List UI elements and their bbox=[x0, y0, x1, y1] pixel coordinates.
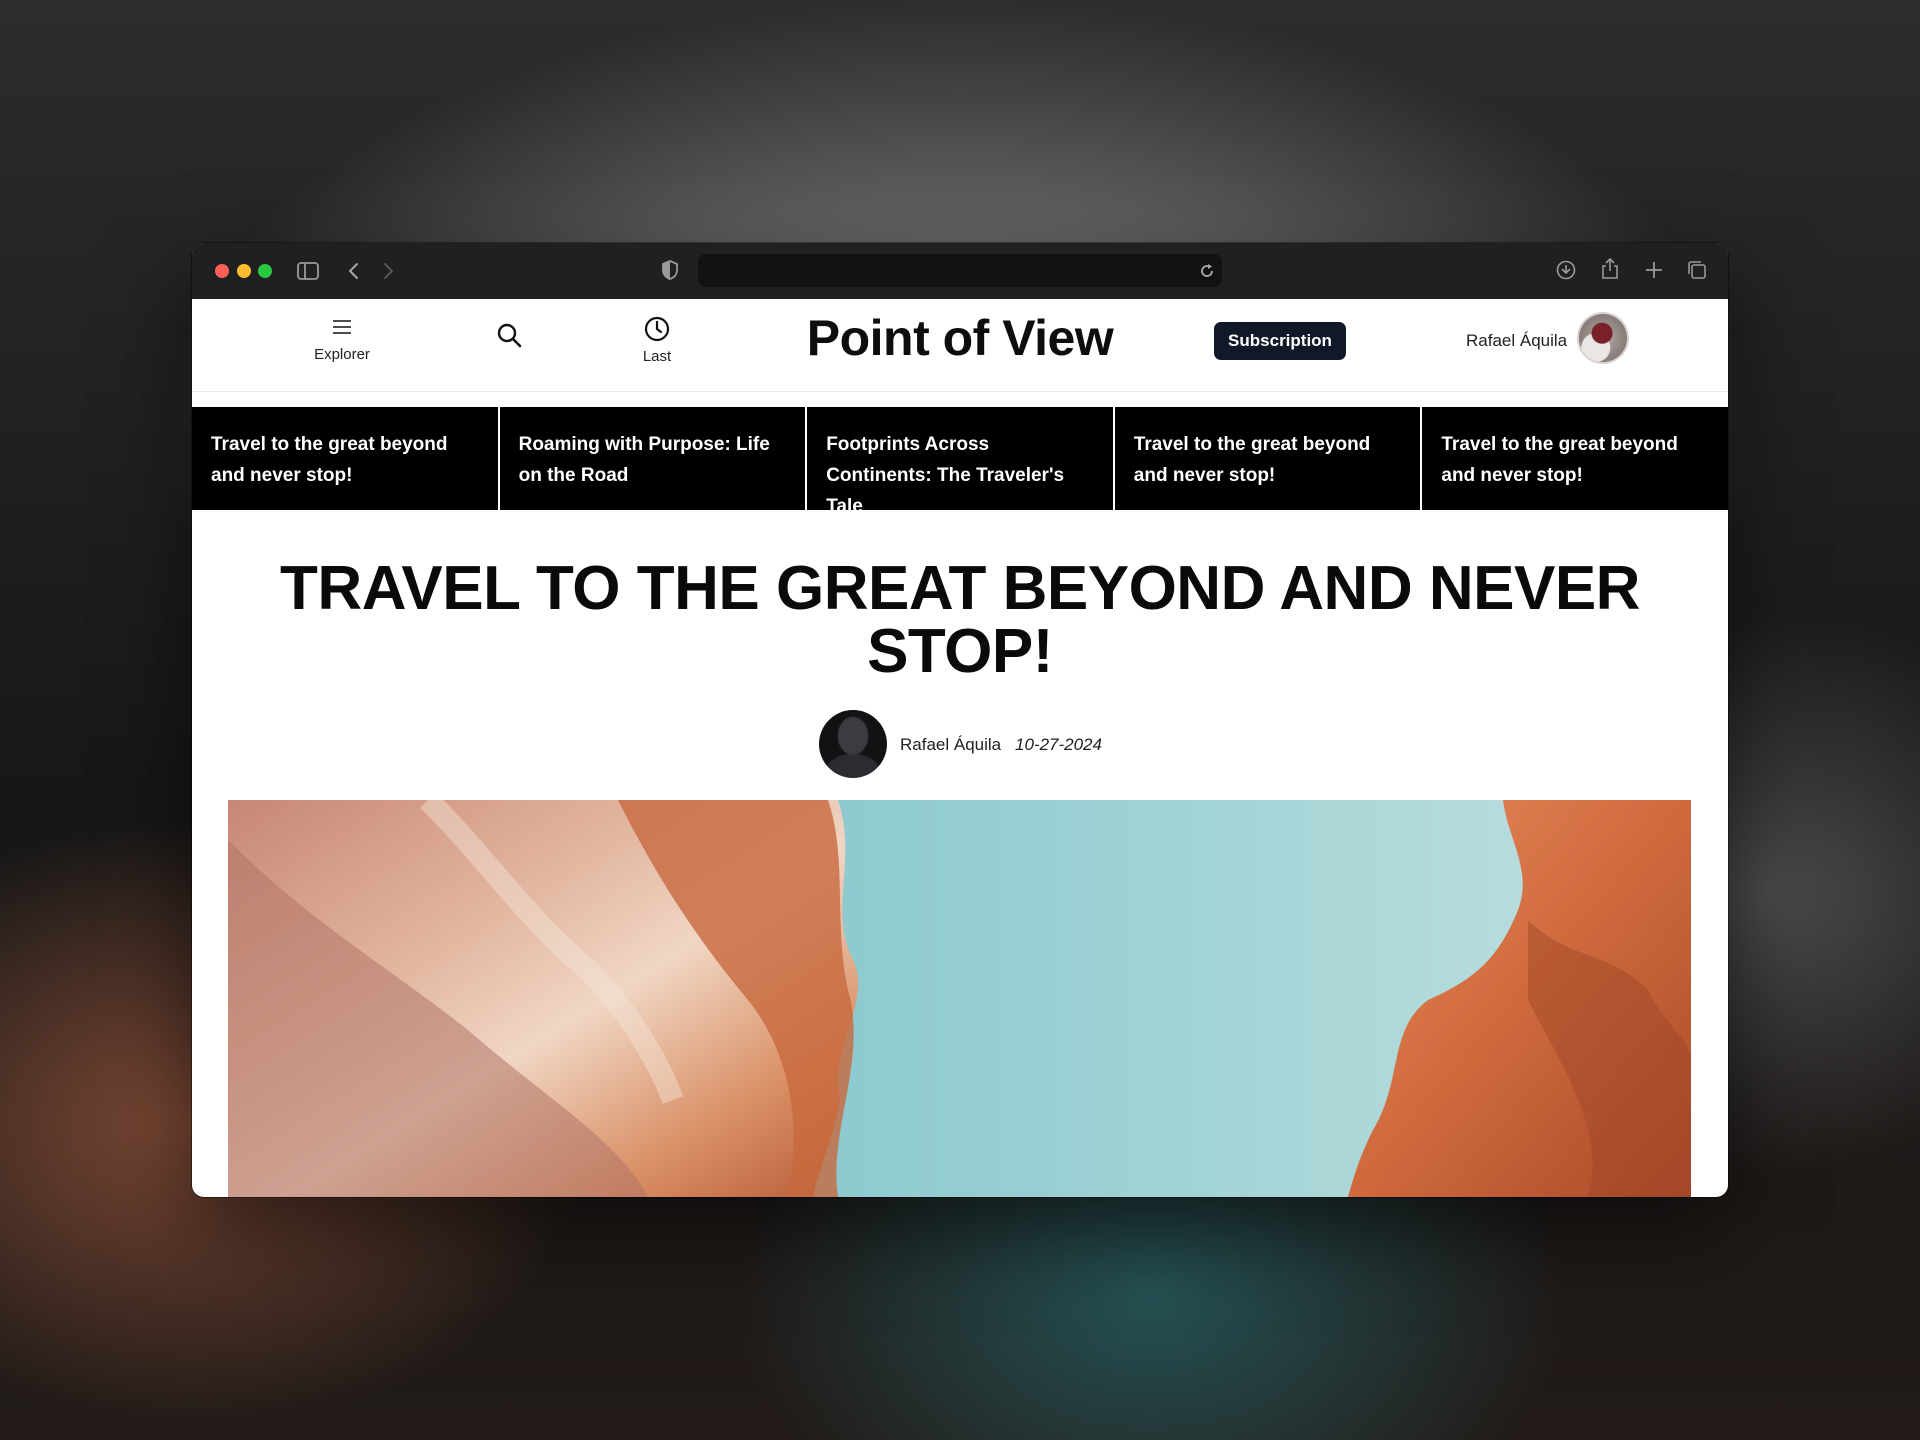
last-label: Last bbox=[642, 348, 672, 365]
strip-article-card[interactable]: Travel to the great beyond and never sto… bbox=[1422, 407, 1728, 510]
tab-overview-icon[interactable] bbox=[1686, 259, 1708, 281]
author-name[interactable]: Rafael Áquila bbox=[900, 735, 1001, 755]
article-date: 10-27-2024 bbox=[1015, 735, 1102, 754]
sidebar-toggle-icon[interactable] bbox=[296, 260, 320, 282]
privacy-shield-icon[interactable] bbox=[661, 259, 679, 281]
user-name[interactable]: Rafael Áquila bbox=[1466, 331, 1567, 351]
clock-icon bbox=[644, 316, 670, 342]
user-avatar[interactable] bbox=[1579, 314, 1627, 362]
new-tab-icon[interactable] bbox=[1643, 259, 1665, 281]
canyon-photo bbox=[228, 800, 1691, 1197]
download-icon[interactable] bbox=[1555, 259, 1577, 281]
search-button[interactable] bbox=[494, 321, 524, 354]
strip-article-card[interactable]: Travel to the great beyond and never sto… bbox=[1115, 407, 1423, 510]
share-icon[interactable] bbox=[1599, 257, 1621, 281]
close-window-button[interactable] bbox=[215, 264, 229, 278]
article-title: TRAVEL TO THE GREAT BEYOND AND NEVER STO… bbox=[280, 554, 1640, 686]
strip-article-card[interactable]: Travel to the great beyond and never sto… bbox=[192, 407, 500, 510]
address-bar[interactable] bbox=[698, 254, 1222, 287]
browser-toolbar bbox=[192, 243, 1728, 299]
explorer-label: Explorer bbox=[314, 346, 370, 363]
maximize-window-button[interactable] bbox=[258, 264, 272, 278]
author-avatar[interactable] bbox=[819, 710, 887, 778]
strip-article-card[interactable]: Footprints Across Continents: The Travel… bbox=[807, 407, 1115, 517]
browser-window: Explorer Last Point of View Subscription… bbox=[192, 243, 1728, 1197]
site-header: Explorer Last Point of View Subscription… bbox=[192, 299, 1728, 392]
article-hero-image bbox=[228, 800, 1691, 1197]
explorer-menu-button[interactable]: Explorer bbox=[300, 315, 384, 363]
hamburger-menu-icon bbox=[333, 320, 351, 334]
forward-icon[interactable] bbox=[380, 260, 396, 282]
minimize-window-button[interactable] bbox=[237, 264, 251, 278]
reload-icon[interactable] bbox=[1198, 262, 1216, 280]
search-icon bbox=[497, 323, 522, 348]
last-button[interactable]: Last bbox=[632, 315, 682, 365]
strip-article-card[interactable]: Roaming with Purpose: Life on the Road bbox=[500, 407, 808, 510]
subscription-button[interactable]: Subscription bbox=[1214, 322, 1346, 360]
back-icon[interactable] bbox=[346, 260, 362, 282]
featured-articles-strip: Travel to the great beyond and never sto… bbox=[192, 407, 1728, 517]
